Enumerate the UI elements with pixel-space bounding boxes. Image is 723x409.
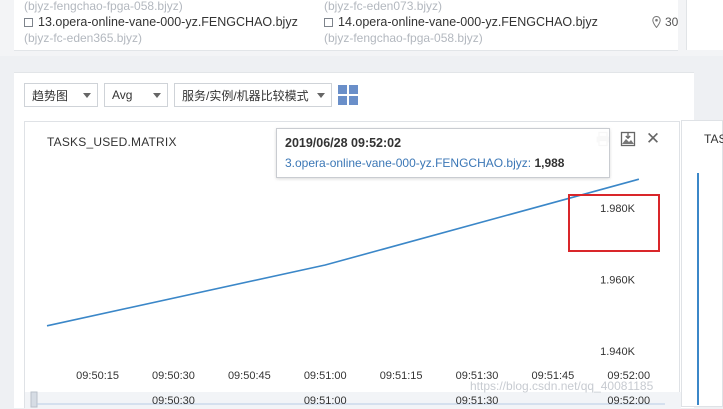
x-tick-label: 09:50:45 — [228, 370, 271, 382]
x-tick-label: 09:50:15 — [76, 370, 119, 382]
tooltip-timestamp: 2019/06/28 09:52:02 — [285, 136, 402, 150]
host-prev-sub: (bjyz-fengchao-fpga-058.bjyz) — [24, 0, 183, 13]
host-item-14[interactable]: 14.opera-online-vane-000-yz.FENGCHAO.bjy… — [324, 13, 598, 31]
host-label: 14.opera-online-vane-000-yz.FENGCHAO.bjy… — [338, 15, 598, 29]
chart-tooltip: 2019/06/28 09:52:02 3.opera-online-vane-… — [276, 128, 610, 178]
navigator-tick-label: 09:50:30 — [152, 395, 195, 407]
chevron-down-icon — [83, 93, 91, 98]
host-prev-sub: (bjyz-fc-eden073.bjyz) — [324, 0, 443, 13]
x-tick-label: 09:50:30 — [152, 370, 195, 382]
host-column-14: (bjyz-fc-eden073.bjyz) 14.opera-online-v… — [324, 0, 598, 45]
navigator-handle — [30, 391, 38, 408]
host-checkbox[interactable] — [324, 17, 333, 27]
chart-type-value: 趋势图 — [32, 88, 69, 103]
right-panel-edge — [686, 0, 723, 50]
series-line — [46, 178, 640, 327]
aggregate-select[interactable]: Avg — [104, 83, 168, 107]
hosts-card: (bjyz-fengchao-fpga-058.bjyz) 13.opera-o… — [14, 0, 678, 51]
host-pin: 30 — [652, 15, 678, 29]
hosts-strip: (bjyz-fengchao-fpga-058.bjyz) 13.opera-o… — [0, 0, 723, 56]
host-item-13[interactable]: 13.opera-online-vane-000-yz.FENGCHAO.bjy… — [24, 13, 298, 31]
x-tick-label: 09:51:00 — [304, 370, 347, 382]
tooltip-value: 1,988 — [534, 156, 565, 170]
right-chart-title: TAS — [704, 132, 723, 146]
compare-mode-value: 服务/实例/机器比较模式 — [182, 88, 309, 103]
right-chart-line — [697, 173, 699, 405]
navigator-track — [25, 392, 681, 409]
host-checkbox[interactable] — [24, 17, 33, 27]
tooltip-series: 3.opera-online-vane-000-yz.FENGCHAO.bjyz… — [285, 156, 532, 170]
chart-toolbar: 趋势图 Avg 服务/实例/机器比较模式 — [24, 83, 358, 107]
chevron-down-icon — [153, 93, 161, 98]
location-pin-icon — [652, 16, 661, 28]
tooltip-row: 3.opera-online-vane-000-yz.FENGCHAO.bjyz… — [285, 156, 564, 170]
navigator-tick-label: 09:51:30 — [456, 395, 499, 407]
host-column-13: (bjyz-fengchao-fpga-058.bjyz) 13.opera-o… — [24, 0, 298, 45]
chart-type-select[interactable]: 趋势图 — [24, 83, 98, 107]
aggregate-value: Avg — [112, 88, 133, 102]
host-sub: (bjyz-fc-eden365.bjyz) — [24, 31, 143, 45]
host-sub: (bjyz-fengchao-fpga-058.bjyz) — [324, 31, 483, 45]
highlight-box — [568, 194, 660, 252]
host-label: 13.opera-online-vane-000-yz.FENGCHAO.bjy… — [38, 15, 298, 29]
y-tick-label: 1.960K — [600, 274, 636, 286]
compare-mode-select[interactable]: 服务/实例/机器比较模式 — [174, 83, 332, 107]
navigator-tick-label: 09:51:00 — [304, 395, 347, 407]
y-tick-label: 1.940K — [600, 346, 636, 358]
navigator-tick-label: 09:52:00 — [607, 395, 650, 407]
grid-layout-icon[interactable] — [338, 85, 358, 105]
right-chart-card: TAS — [681, 120, 723, 407]
chevron-down-icon — [317, 93, 325, 98]
x-tick-label: 09:51:15 — [380, 370, 423, 382]
watermark: https://blog.csdn.net/qq_40081185 — [470, 379, 654, 393]
pin-count: 30 — [665, 15, 679, 29]
